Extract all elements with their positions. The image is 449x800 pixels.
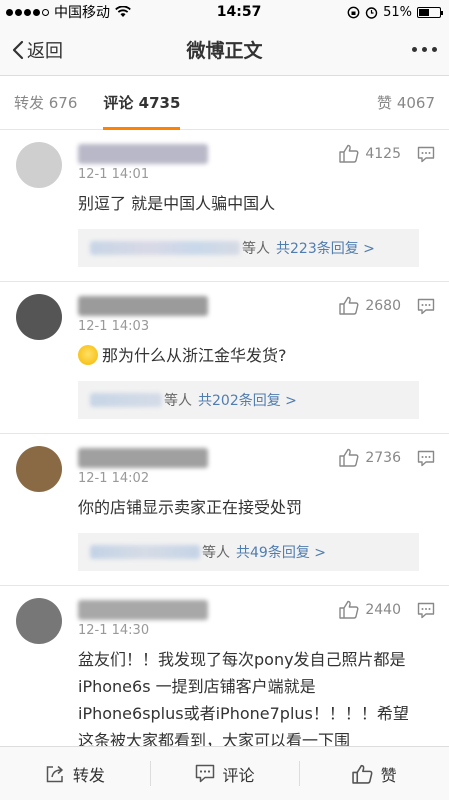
- comment-button[interactable]: 评论: [149, 747, 300, 800]
- replies-box[interactable]: 等人 共49条回复 >: [78, 533, 419, 571]
- comment-item: 12-1 14:03 2680 那为什么从浙江金华发货? 等人 共202条回复 …: [0, 282, 449, 434]
- comment-text: 你的店铺显示卖家正在接受处罚: [78, 498, 303, 517]
- comment-label: 评论: [222, 765, 255, 785]
- back-label: 返回: [27, 40, 63, 62]
- carrier-label: 中国移动: [54, 5, 110, 21]
- reply-suffix: 等人: [242, 241, 270, 257]
- chevron-left-icon: [12, 40, 24, 59]
- comment-item: 12-1 14:01 4125 别逗了 就是中国人骗中国人 等人 共223条回复…: [0, 130, 449, 282]
- status-bar: 中国移动 14:57 51%: [0, 0, 449, 24]
- reply-user-names: [90, 241, 240, 255]
- tab-likes[interactable]: 赞 4067: [377, 76, 435, 130]
- comment-time: 12-1 14:01: [78, 167, 150, 182]
- reply-icon[interactable]: [417, 602, 435, 619]
- page-title: 微博正文: [186, 40, 263, 62]
- battery-icon: [416, 6, 443, 18]
- alarm-icon: [365, 6, 378, 19]
- comment-time: 12-1 14:03: [78, 319, 150, 334]
- status-left: 中国移动: [6, 2, 131, 22]
- more-replies-link[interactable]: 共223条回复 >: [276, 238, 375, 258]
- clock: 14:57: [216, 4, 262, 20]
- thumbs-up-icon: [339, 600, 359, 619]
- like-button[interactable]: 4125: [339, 144, 401, 163]
- reply-icon[interactable]: [417, 146, 435, 163]
- like-count: 2680: [365, 297, 401, 314]
- username[interactable]: [78, 296, 208, 316]
- tab-comments[interactable]: 评论 4735: [103, 76, 180, 130]
- thumbs-up-icon: [339, 448, 359, 467]
- battery-percent: 51%: [383, 4, 412, 20]
- avatar[interactable]: [16, 294, 62, 340]
- comment-text-row: 那为什么从浙江金华发货?: [78, 342, 435, 369]
- like-button[interactable]: 2440: [339, 600, 401, 619]
- like-count: 4125: [365, 145, 401, 162]
- thumbs-up-icon: [351, 764, 373, 784]
- comment-time: 12-1 14:30: [78, 623, 150, 638]
- more-replies-link[interactable]: 共49条回复 >: [236, 542, 326, 562]
- reply-icon[interactable]: [417, 298, 435, 315]
- avatar[interactable]: [16, 142, 62, 188]
- back-button[interactable]: 返回: [12, 37, 102, 63]
- signal-icon: [6, 8, 49, 16]
- reply-user-names: [90, 393, 162, 407]
- like-post-button[interactable]: 赞: [299, 747, 449, 800]
- avatar[interactable]: [16, 446, 62, 492]
- like-button[interactable]: 2680: [339, 296, 401, 315]
- replies-box[interactable]: 等人 共202条回复 >: [78, 381, 419, 419]
- tab-reposts[interactable]: 转发 676: [14, 76, 77, 130]
- comment-text: 盆友们！！我发现了每次pony发自己照片都是iPhone6s 一提到店铺客户端就…: [78, 650, 409, 750]
- like-count: 2440: [365, 601, 401, 618]
- comment-item: 12-1 14:30 2440 盆友们！！我发现了每次pony发自己照片都是iP…: [0, 586, 449, 754]
- repost-button[interactable]: 转发: [0, 747, 150, 800]
- like-label: 赞: [380, 765, 397, 785]
- thumbs-up-icon: [339, 144, 359, 163]
- repost-label: 转发: [72, 765, 105, 785]
- reply-user-names: [90, 545, 200, 559]
- comment-text: 那为什么从浙江金华发货?: [102, 346, 287, 365]
- comment-text: 别逗了 就是中国人骗中国人: [78, 194, 276, 213]
- rotation-lock-icon: [347, 6, 360, 18]
- bottom-toolbar: 转发 评论 赞: [0, 746, 449, 800]
- comment-list: 12-1 14:01 4125 别逗了 就是中国人骗中国人 等人 共223条回复…: [0, 130, 449, 754]
- comment-icon: [195, 764, 214, 783]
- share-icon: [46, 765, 63, 782]
- like-button[interactable]: 2736: [339, 448, 401, 467]
- comment-time: 12-1 14:02: [78, 471, 150, 486]
- avatar[interactable]: [16, 598, 62, 644]
- comment-item: 12-1 14:02 2736 你的店铺显示卖家正在接受处罚 等人 共49条回复…: [0, 434, 449, 586]
- reply-suffix: 等人: [164, 393, 192, 409]
- more-replies-link[interactable]: 共202条回复 >: [198, 390, 297, 410]
- replies-box[interactable]: 等人 共223条回复 >: [78, 229, 419, 267]
- reply-icon[interactable]: [417, 450, 435, 467]
- nav-bar: 返回 微博正文: [0, 24, 449, 76]
- username[interactable]: [78, 600, 208, 620]
- thumbs-up-icon: [339, 296, 359, 315]
- username[interactable]: [78, 144, 208, 164]
- smile-emoji-icon: [78, 345, 98, 365]
- more-button[interactable]: [347, 47, 437, 52]
- status-right: 51%: [347, 4, 443, 20]
- wifi-icon: [115, 6, 131, 17]
- like-count: 2736: [365, 449, 401, 466]
- username[interactable]: [78, 448, 208, 468]
- tab-bar: 转发 676 评论 4735 赞 4067: [0, 76, 449, 130]
- reply-suffix: 等人: [202, 545, 230, 561]
